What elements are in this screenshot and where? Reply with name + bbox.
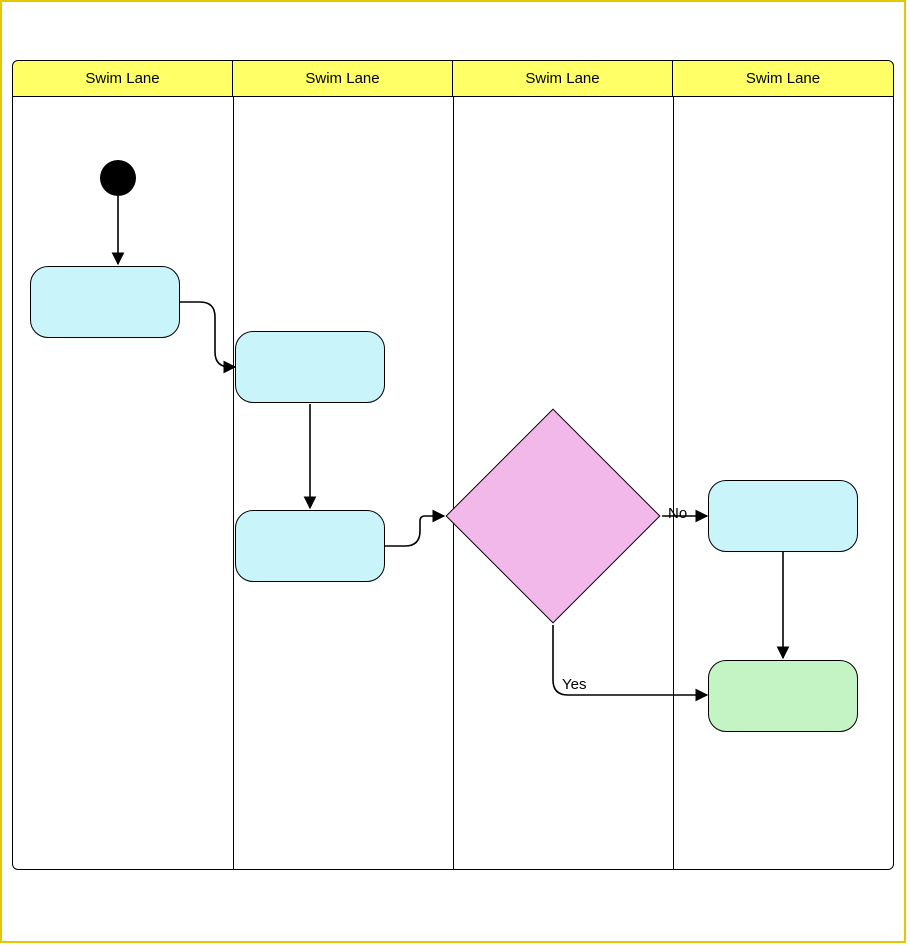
swimlane-container: Swim Lane Swim Lane Swim Lane Swim Lane bbox=[12, 60, 894, 870]
edge-label-yes: Yes bbox=[562, 676, 586, 693]
start-node[interactable] bbox=[100, 160, 136, 196]
lane-divider-2 bbox=[453, 97, 454, 869]
lane-divider-1 bbox=[233, 97, 234, 869]
lane-header-0: Swim Lane bbox=[13, 61, 233, 97]
activity-3[interactable] bbox=[235, 510, 385, 582]
edge-label-no: No bbox=[668, 505, 687, 522]
activity-5[interactable] bbox=[708, 660, 858, 732]
lane-header-3: Swim Lane bbox=[673, 61, 893, 97]
lane-header-2: Swim Lane bbox=[453, 61, 673, 97]
activity-4[interactable] bbox=[708, 480, 858, 552]
diagram-canvas: Swim Lane Swim Lane Swim Lane Swim Lane bbox=[0, 0, 910, 947]
activity-1[interactable] bbox=[30, 266, 180, 338]
lane-divider-3 bbox=[673, 97, 674, 869]
lane-header-1: Swim Lane bbox=[233, 61, 453, 97]
activity-2[interactable] bbox=[235, 331, 385, 403]
